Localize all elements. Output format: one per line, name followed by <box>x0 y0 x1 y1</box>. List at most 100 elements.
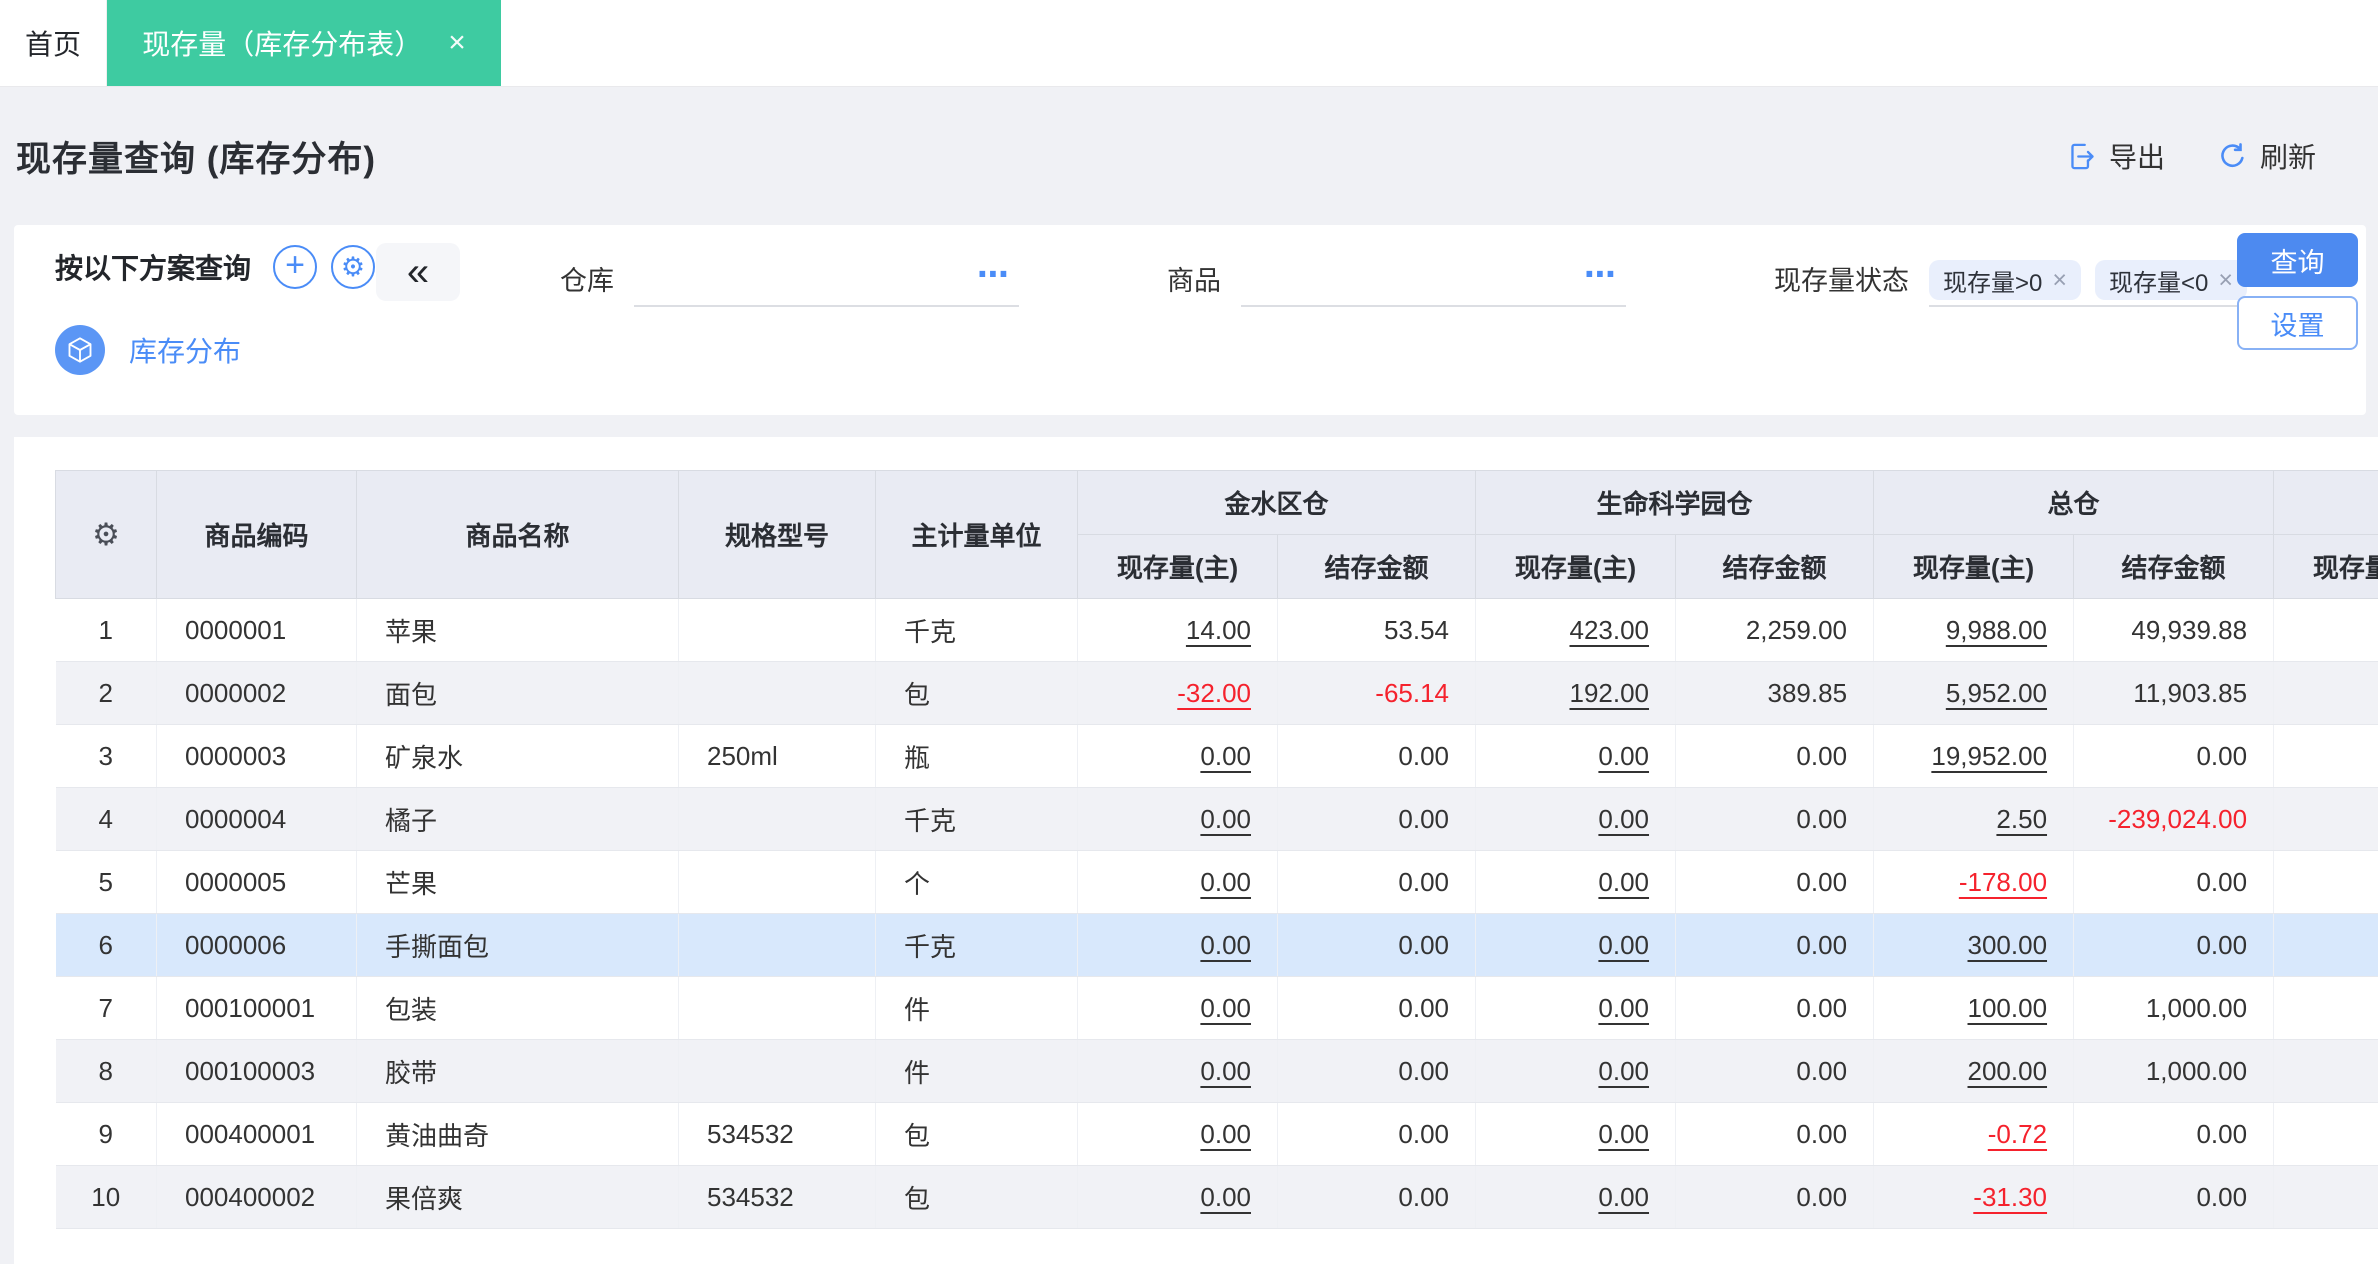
quantity-link[interactable]: 0.00 <box>1598 867 1649 897</box>
quantity-link[interactable]: 0.00 <box>1200 1056 1251 1086</box>
warehouse-picker-ellipsis-icon[interactable]: ⋯ <box>977 255 1011 293</box>
warehouse-input[interactable]: ⋯ <box>634 255 1019 307</box>
subcolumn-header: 结存金额 <box>1276 534 1477 599</box>
quantity-cell: 192.00 <box>1475 661 1677 725</box>
unit-cell: 千克 <box>875 598 1078 662</box>
product-input[interactable]: ⋯ <box>1241 255 1626 307</box>
table-row[interactable]: 1 0000001 苹果 千克 14.00 53.54 423.00 2,259.00 9,98… <box>55 598 2378 662</box>
quantity-cell: -178.00 <box>1873 850 2075 914</box>
quantity-link[interactable]: 0.00 <box>1598 1182 1649 1212</box>
amount-cell: 0.00 <box>1675 1102 1875 1166</box>
quantity-link[interactable]: 0.00 <box>1200 804 1251 834</box>
gear-icon: ⚙ <box>92 516 120 552</box>
table-row[interactable]: 6 0000006 手撕面包 千克 0.00 0.00 0.00 0.00 300.00 0.00 <box>55 913 2378 977</box>
quantity-link[interactable]: 0.00 <box>1598 1056 1649 1086</box>
amount-cell: 1,000.00 <box>2073 1039 2275 1103</box>
table-row[interactable]: 4 0000004 橘子 千克 0.00 0.00 0.00 0.00 2.50 -239,024… <box>55 787 2378 851</box>
quantity-link[interactable]: 300.00 <box>1968 930 2048 960</box>
remove-tag-icon[interactable]: × <box>2052 266 2067 295</box>
quantity-link[interactable]: -0.72 <box>1988 1119 2047 1149</box>
product-name-cell: 包装 <box>356 976 679 1040</box>
row-index-cell: 10 <box>55 1165 157 1229</box>
page-actions: 导出 刷新 <box>2066 136 2316 176</box>
quantity-link[interactable]: 192.00 <box>1569 678 1649 708</box>
amount-value: 0.00 <box>1398 1118 1450 1149</box>
amount-cell: 1,000.00 <box>2073 976 2275 1040</box>
row-index-cell: 9 <box>55 1102 157 1166</box>
amount-cell: 53.54 <box>1277 598 1477 662</box>
quantity-link[interactable]: 14.00 <box>1186 615 1251 645</box>
refresh-label: 刷新 <box>2259 142 2316 173</box>
quantity-link[interactable]: 0.00 <box>1200 1182 1251 1212</box>
quantity-link[interactable]: 0.00 <box>1200 867 1251 897</box>
clipped-cell <box>2273 724 2378 788</box>
amount-cell: 0.00 <box>1277 1165 1477 1229</box>
amount-value: 1,000.00 <box>2145 992 2248 1023</box>
table-row[interactable]: 2 0000002 面包 包 -32.00 -65.14 192.00 389.85 5,952… <box>55 661 2378 725</box>
export-button[interactable]: 导出 <box>2066 136 2165 176</box>
clipped-cell <box>2273 850 2378 914</box>
amount-value: 0.00 <box>1796 992 1848 1023</box>
amount-value: 0.00 <box>2196 740 2248 771</box>
status-tag-negative[interactable]: 现存量<0 × <box>2094 260 2247 300</box>
amount-cell: 0.00 <box>1675 850 1875 914</box>
quantity-link[interactable]: 0.00 <box>1200 1119 1251 1149</box>
quantity-link[interactable]: 2.50 <box>1996 804 2047 834</box>
quantity-link[interactable]: 0.00 <box>1200 993 1251 1023</box>
unit-cell: 千克 <box>875 787 1078 851</box>
tab-inventory-distribution[interactable]: 现存量（库存分布表） × <box>107 0 501 86</box>
quantity-link[interactable]: 0.00 <box>1200 741 1251 771</box>
quantity-link[interactable]: 0.00 <box>1598 741 1649 771</box>
scheme-settings-button[interactable]: ⚙ <box>331 245 376 289</box>
column-settings-button[interactable]: ⚙ <box>55 470 157 599</box>
collapse-panel-button[interactable]: « <box>376 243 460 301</box>
quantity-link[interactable]: 200.00 <box>1968 1056 2048 1086</box>
quantity-link[interactable]: 423.00 <box>1569 615 1649 645</box>
quantity-link[interactable]: 0.00 <box>1200 930 1251 960</box>
table-row[interactable]: 9 000400001 黄油曲奇 534532 包 0.00 0.00 0.00 0.00 -0.… <box>55 1102 2378 1166</box>
quantity-link[interactable]: 9,988.00 <box>1946 615 2047 645</box>
product-picker-ellipsis-icon[interactable]: ⋯ <box>1584 255 1618 293</box>
clipped-cell <box>2273 1165 2378 1229</box>
amount-value: 0.00 <box>1398 803 1450 834</box>
quantity-cell: -0.72 <box>1873 1102 2075 1166</box>
quantity-link[interactable]: 0.00 <box>1598 1119 1649 1149</box>
spec-cell <box>678 598 876 662</box>
quantity-link[interactable]: -32.00 <box>1177 678 1251 708</box>
add-scheme-button[interactable]: + <box>273 245 318 289</box>
amount-value: 1,000.00 <box>2145 1055 2248 1086</box>
quantity-link[interactable]: 0.00 <box>1598 930 1649 960</box>
amount-value: 11,903.85 <box>2133 677 2248 708</box>
table-row[interactable]: 5 0000005 芒果 个 0.00 0.00 0.00 0.00 -178.00 0.00 <box>55 850 2378 914</box>
quantity-link[interactable]: 5,952.00 <box>1946 678 2047 708</box>
query-button[interactable]: 查询 <box>2237 233 2358 287</box>
settings-button[interactable]: 设置 <box>2237 296 2358 350</box>
amount-cell: -65.14 <box>1277 661 1477 725</box>
quantity-link[interactable]: 100.00 <box>1968 993 2048 1023</box>
quantity-link[interactable]: 19,952.00 <box>1931 741 2047 771</box>
quantity-link[interactable]: 0.00 <box>1598 804 1649 834</box>
quantity-link[interactable]: -31.30 <box>1973 1182 2047 1212</box>
quantity-cell: 0.00 <box>1475 787 1677 851</box>
quantity-cell: -31.30 <box>1873 1165 2075 1229</box>
refresh-button[interactable]: 刷新 <box>2217 136 2316 176</box>
quantity-link[interactable]: 0.00 <box>1598 993 1649 1023</box>
amount-value: 0.00 <box>1796 803 1848 834</box>
amount-cell: 0.00 <box>2073 1165 2275 1229</box>
table-row[interactable]: 10 000400002 果倍爽 534532 包 0.00 0.00 0.00 0.00 -31… <box>55 1165 2378 1229</box>
table-row[interactable]: 3 0000003 矿泉水 250ml 瓶 0.00 0.00 0.00 0.00 19,952.… <box>55 724 2378 788</box>
row-index-cell: 6 <box>55 913 157 977</box>
close-icon[interactable]: × <box>448 28 466 58</box>
status-tag-positive[interactable]: 现存量>0 × <box>1929 260 2081 300</box>
remove-tag-icon[interactable]: × <box>2218 266 2233 295</box>
row-index-cell: 3 <box>55 724 157 788</box>
scheme-item-inventory-distribution[interactable]: 库存分布 <box>55 325 434 375</box>
quantity-cell: 0.00 <box>1077 1165 1278 1229</box>
quantity-link[interactable]: -178.00 <box>1959 867 2047 897</box>
tab-home[interactable]: 首页 <box>0 0 107 86</box>
quantity-cell: 0.00 <box>1077 850 1278 914</box>
table-row[interactable]: 8 000100003 胶带 件 0.00 0.00 0.00 0.00 200.00 1,000… <box>55 1039 2378 1103</box>
amount-cell: 0.00 <box>1675 1165 1875 1229</box>
product-code-cell: 0000005 <box>156 850 357 914</box>
table-row[interactable]: 7 000100001 包装 件 0.00 0.00 0.00 0.00 100.00 1,000… <box>55 976 2378 1040</box>
